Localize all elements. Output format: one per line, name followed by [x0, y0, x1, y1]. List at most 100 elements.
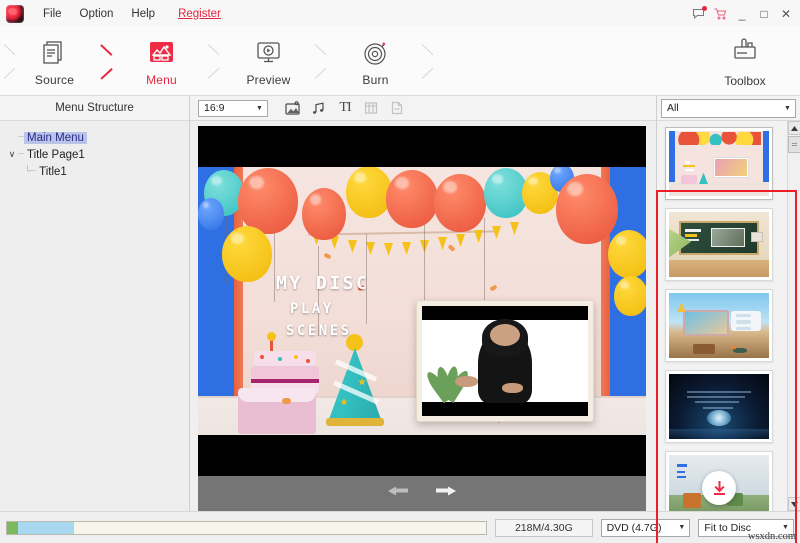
app-window: File Option Help Register _ □ ✕ Source M… — [0, 0, 800, 543]
template-classroom[interactable] — [665, 208, 773, 281]
video-thumbnail — [422, 306, 588, 416]
step-source-label: Source — [34, 72, 75, 87]
balloon — [238, 168, 298, 234]
minimize-button[interactable]: _ — [732, 4, 752, 24]
template-filter-bar: All ▼ — [657, 96, 800, 121]
tree-node-title-page1[interactable]: ∨ ┈ Title Page1 — [6, 146, 189, 163]
template-filter-value: All — [667, 102, 679, 114]
balloon — [222, 226, 272, 282]
menu-structure-tree: ┈ Main Menu ∨ ┈ Title Page1 └┈ Title1 — [0, 121, 189, 180]
video-thumbnail-frame[interactable] — [416, 300, 594, 422]
menu-file[interactable]: File — [34, 5, 71, 23]
watermark-text: wsxdn.com — [747, 531, 796, 542]
source-documents-icon — [41, 36, 68, 66]
scroll-up-button[interactable] — [788, 121, 800, 135]
preview-letterbox-bottom — [198, 435, 646, 476]
template-filter-select[interactable]: All ▼ — [661, 98, 796, 118]
menu-scenes-button-text[interactable]: SCENES — [286, 323, 352, 339]
menu-title-text[interactable]: MY DISC — [276, 273, 369, 294]
tree-guide: ┈ — [18, 132, 24, 143]
menu-structure-panel: Menu Structure ┈ Main Menu ∨ ┈ Title Pag… — [0, 96, 190, 511]
plant-decor — [424, 343, 472, 404]
birthday-cake-front — [238, 388, 316, 434]
window-controls: _ □ ✕ — [688, 0, 796, 27]
feedback-badge — [701, 6, 707, 11]
aspect-ratio-select[interactable]: 16:9 ▼ — [198, 99, 268, 117]
background-music-button[interactable] — [308, 98, 330, 118]
template-panel: All ▼ — [656, 96, 800, 511]
template-space-disc[interactable] — [665, 370, 773, 443]
tree-guide: └┈ — [24, 166, 36, 177]
preview-nav-bar — [198, 476, 646, 513]
register-link[interactable]: Register — [178, 8, 221, 20]
arrow-left-icon[interactable] — [387, 485, 409, 504]
disc-capacity-bar — [6, 520, 488, 535]
aspect-ratio-value: 16:9 — [204, 102, 225, 114]
cart-icon[interactable] — [710, 4, 730, 24]
step-burn-label: Burn — [362, 72, 389, 87]
person-hand-right — [501, 383, 524, 393]
menu-image-icon — [148, 36, 175, 66]
download-template-icon[interactable] — [702, 470, 736, 505]
letterbox-bottom — [422, 401, 588, 416]
status-bar: 218M/4.30G DVD (4.7G) ▼ Fit to Disc ▼ ws… — [0, 511, 800, 543]
toolbox-icon — [731, 35, 759, 67]
balloon — [608, 230, 646, 278]
template-thumbnail-image — [669, 374, 769, 439]
step-burn[interactable]: Burn — [333, 27, 418, 95]
text-button[interactable]: TI — [334, 98, 356, 118]
menu-structure-header: Menu Structure — [0, 96, 189, 121]
capacity-segment-video — [18, 521, 74, 534]
step-toolbar: Source Menu Preview Burn Toolbox — [0, 27, 800, 96]
tree-node-main-menu-label: Main Menu — [24, 131, 87, 144]
template-beach[interactable] — [665, 289, 773, 362]
template-download[interactable] — [665, 451, 773, 511]
step-source[interactable]: Source — [12, 27, 97, 95]
template-list[interactable] — [657, 121, 800, 511]
balloon — [434, 174, 486, 232]
balloon-string — [484, 218, 485, 304]
menu-preview[interactable]: MY DISC PLAY SCENES — [198, 126, 646, 476]
letterbox-top — [422, 306, 588, 321]
step-menu[interactable]: Menu — [119, 27, 204, 95]
feedback-icon[interactable] — [688, 4, 708, 24]
toolbox-button[interactable]: Toolbox — [700, 27, 790, 95]
disc-type-select[interactable]: DVD (4.7G) ▼ — [600, 518, 691, 537]
template-thumbnail-image — [669, 455, 769, 511]
chevron-down-icon[interactable]: ∨ — [6, 150, 18, 159]
balloon — [198, 198, 224, 230]
template-thumbnail-image — [669, 131, 769, 196]
scrollbar-thumb[interactable] — [788, 136, 800, 153]
tree-node-title1-label: Title1 — [39, 165, 67, 178]
burn-disc-icon — [362, 36, 389, 66]
person-face — [490, 323, 520, 346]
close-button[interactable]: ✕ — [776, 4, 796, 24]
tree-node-main-menu[interactable]: ┈ Main Menu — [6, 129, 189, 146]
template-scrollbar[interactable] — [787, 121, 800, 511]
apply-template-button — [386, 98, 408, 118]
person-hand-left — [455, 376, 479, 388]
menu-background-scene: MY DISC PLAY SCENES — [198, 126, 646, 476]
background-image-button[interactable] — [282, 98, 304, 118]
chevron-down-icon: ▼ — [782, 524, 789, 531]
scroll-down-button[interactable] — [788, 497, 800, 511]
balloon-string — [274, 222, 275, 302]
step-preview[interactable]: Preview — [226, 27, 311, 95]
chevron-down-icon: ▼ — [784, 104, 791, 112]
menu-bar: File Option Help Register _ □ ✕ — [0, 0, 800, 27]
balloon — [614, 276, 646, 316]
maximize-button[interactable]: □ — [754, 4, 774, 24]
template-balloons[interactable] — [665, 127, 773, 200]
preview-letterbox-top — [198, 126, 646, 167]
arrow-right-icon[interactable] — [435, 485, 457, 504]
step-divider — [0, 27, 12, 95]
balloon — [346, 166, 392, 218]
menu-help[interactable]: Help — [122, 5, 164, 23]
main-body: Menu Structure ┈ Main Menu ∨ ┈ Title Pag… — [0, 96, 800, 543]
step-divider — [204, 27, 226, 95]
capacity-segment-menu — [7, 521, 18, 534]
tree-node-title1[interactable]: └┈ Title1 — [6, 163, 189, 180]
menu-option[interactable]: Option — [71, 5, 123, 23]
menu-play-button-text[interactable]: PLAY — [290, 301, 334, 317]
tree-guide: ┈ — [18, 149, 24, 160]
